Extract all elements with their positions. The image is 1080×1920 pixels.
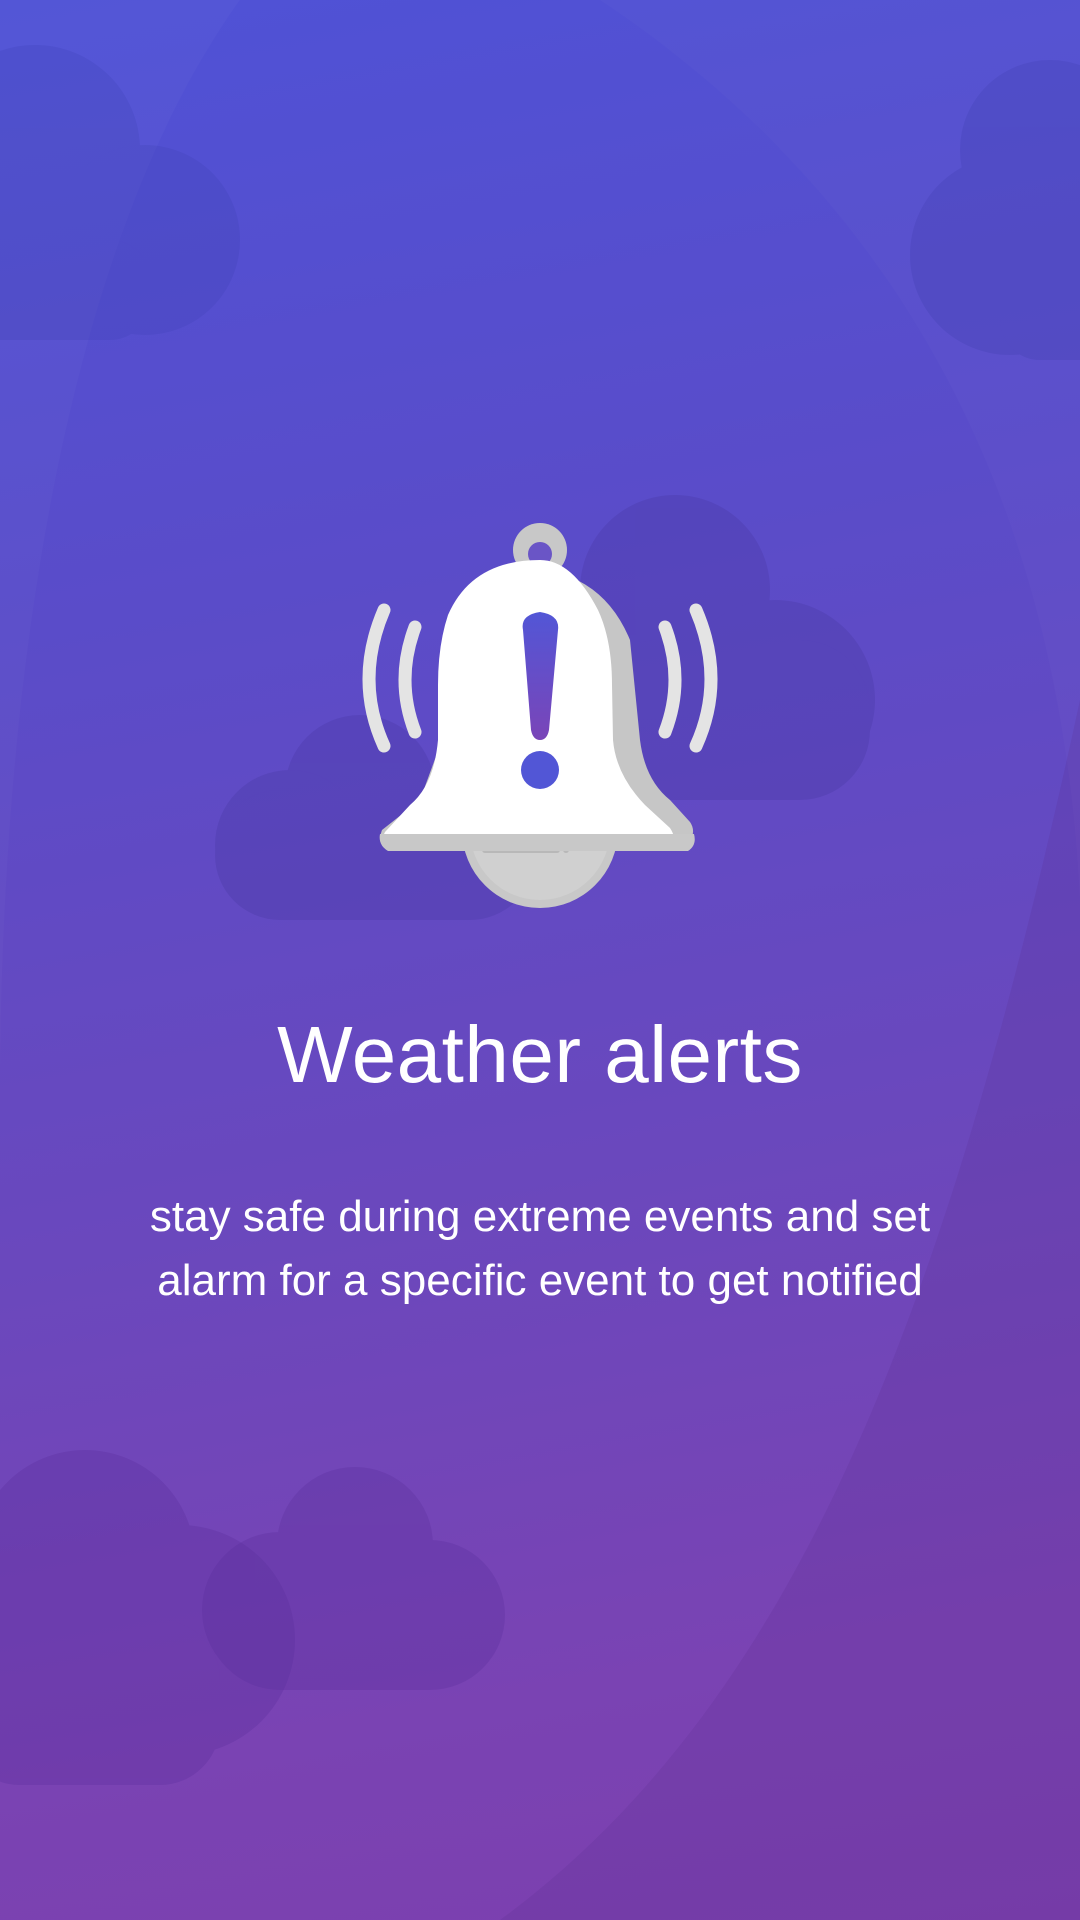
description-line: alarm for a specific event to get notifi… — [157, 1256, 923, 1305]
cloud-icon — [202, 1467, 505, 1690]
sound-waves-right — [658, 603, 718, 753]
onboarding-title: Weather alerts — [277, 1010, 803, 1099]
ringing-bell-alert-icon — [362, 523, 718, 908]
background-decoration — [0, 45, 1080, 1920]
sound-waves-left — [362, 603, 422, 753]
bell-base — [379, 834, 695, 851]
description-line: stay safe during extreme events and set — [149, 1192, 931, 1241]
onboarding-description: stay safe during extreme events and set … — [90, 1185, 990, 1313]
onboarding-screen: Weather alerts stay safe during extreme … — [0, 0, 1080, 1920]
cloud-icon — [0, 45, 240, 340]
